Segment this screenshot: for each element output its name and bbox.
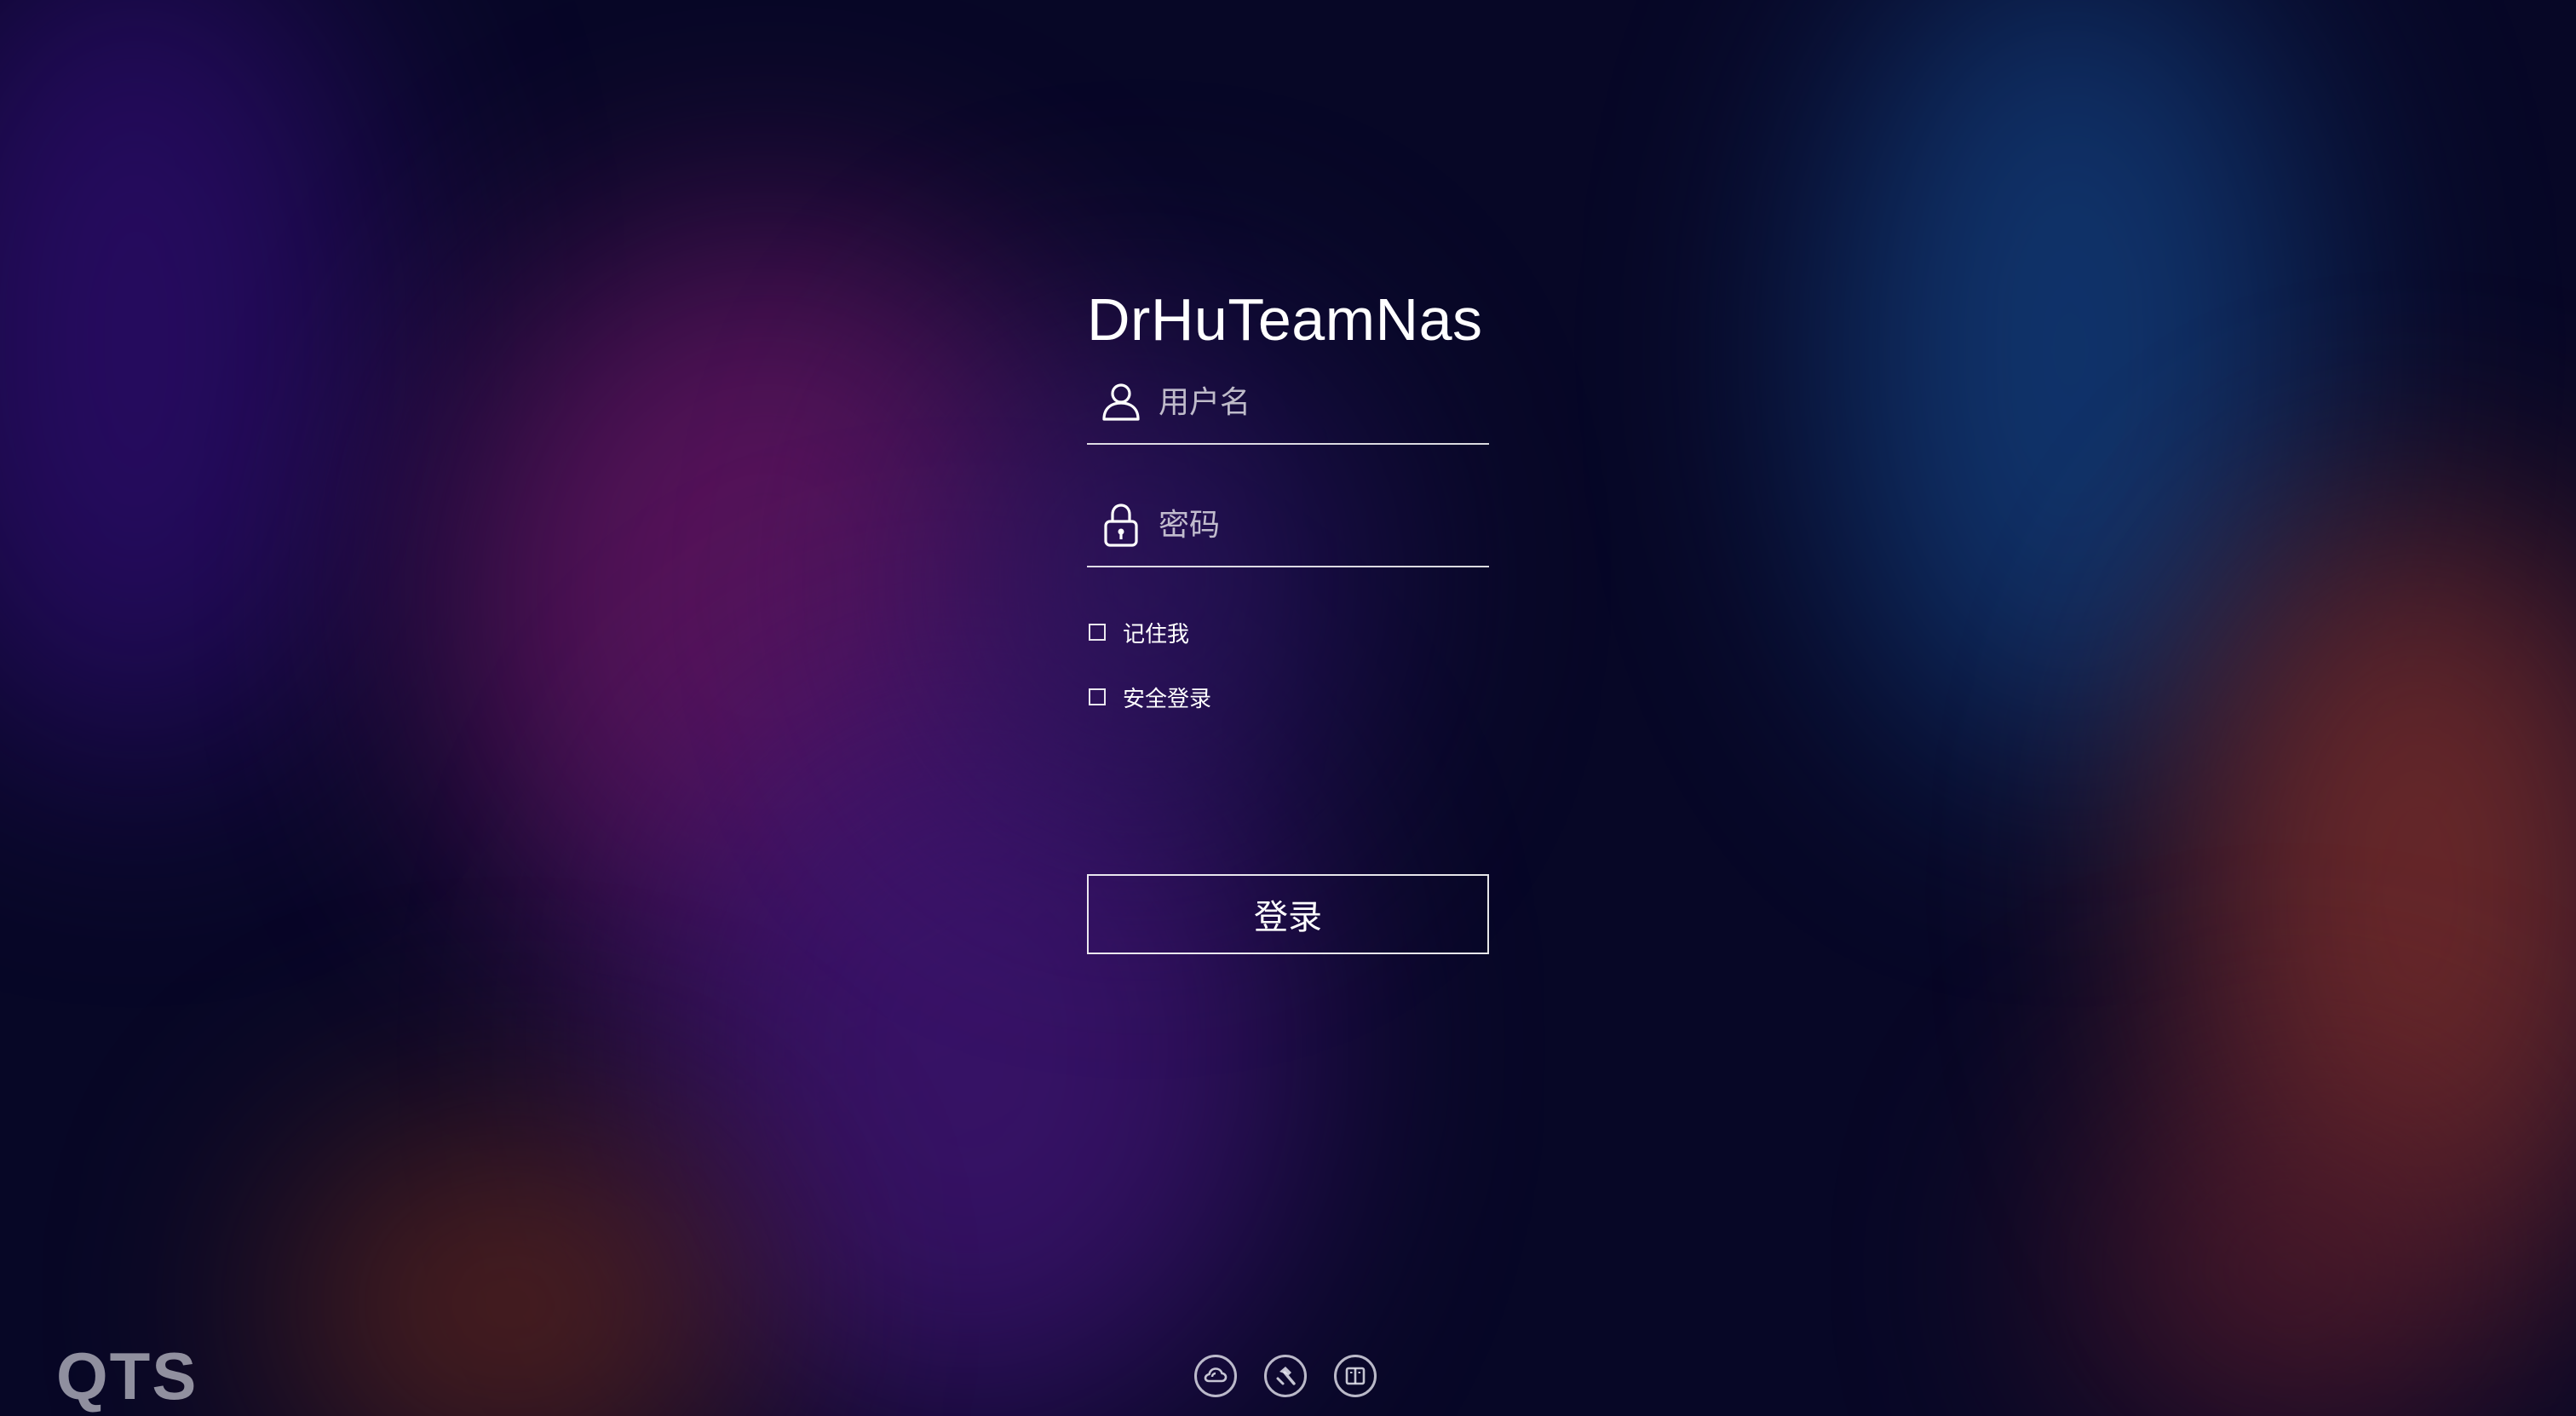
secure-login-checkbox[interactable] <box>1089 688 1106 705</box>
manual-book-icon[interactable] <box>1334 1355 1377 1397</box>
background-glow <box>0 0 375 767</box>
login-button[interactable]: 登录 <box>1087 874 1489 954</box>
user-icon <box>1102 383 1140 421</box>
password-input[interactable] <box>1159 499 1540 550</box>
password-field[interactable] <box>1087 484 1540 567</box>
background-glow <box>2070 1091 2513 1416</box>
username-field[interactable] <box>1087 361 1540 445</box>
cloud-link-icon[interactable] <box>1194 1355 1237 1397</box>
background-glow <box>443 222 1090 971</box>
login-panel: DrHuTeamNas 记住我 安全登录 登录 <box>1087 281 1540 954</box>
lock-icon <box>1104 504 1138 547</box>
secure-login-option[interactable]: 安全登录 <box>1087 680 1489 714</box>
helpdesk-tool-icon[interactable] <box>1264 1355 1307 1397</box>
remember-me-option[interactable]: 记住我 <box>1087 615 1489 649</box>
footer-links <box>1194 1355 1404 1397</box>
secure-login-label: 安全登录 <box>1123 686 1212 712</box>
qts-logo: QTS <box>56 1338 198 1413</box>
remember-me-label: 记住我 <box>1123 621 1190 648</box>
username-input[interactable] <box>1159 377 1540 428</box>
remember-me-checkbox[interactable] <box>1089 624 1106 641</box>
device-name-title: DrHuTeamNas <box>1087 286 1483 353</box>
login-page: DrHuTeamNas 记住我 安全登录 登录 <box>0 0 2576 1416</box>
background-glow <box>1831 0 2309 767</box>
background-glow <box>2181 511 2576 1278</box>
background-glow <box>281 1125 741 1416</box>
